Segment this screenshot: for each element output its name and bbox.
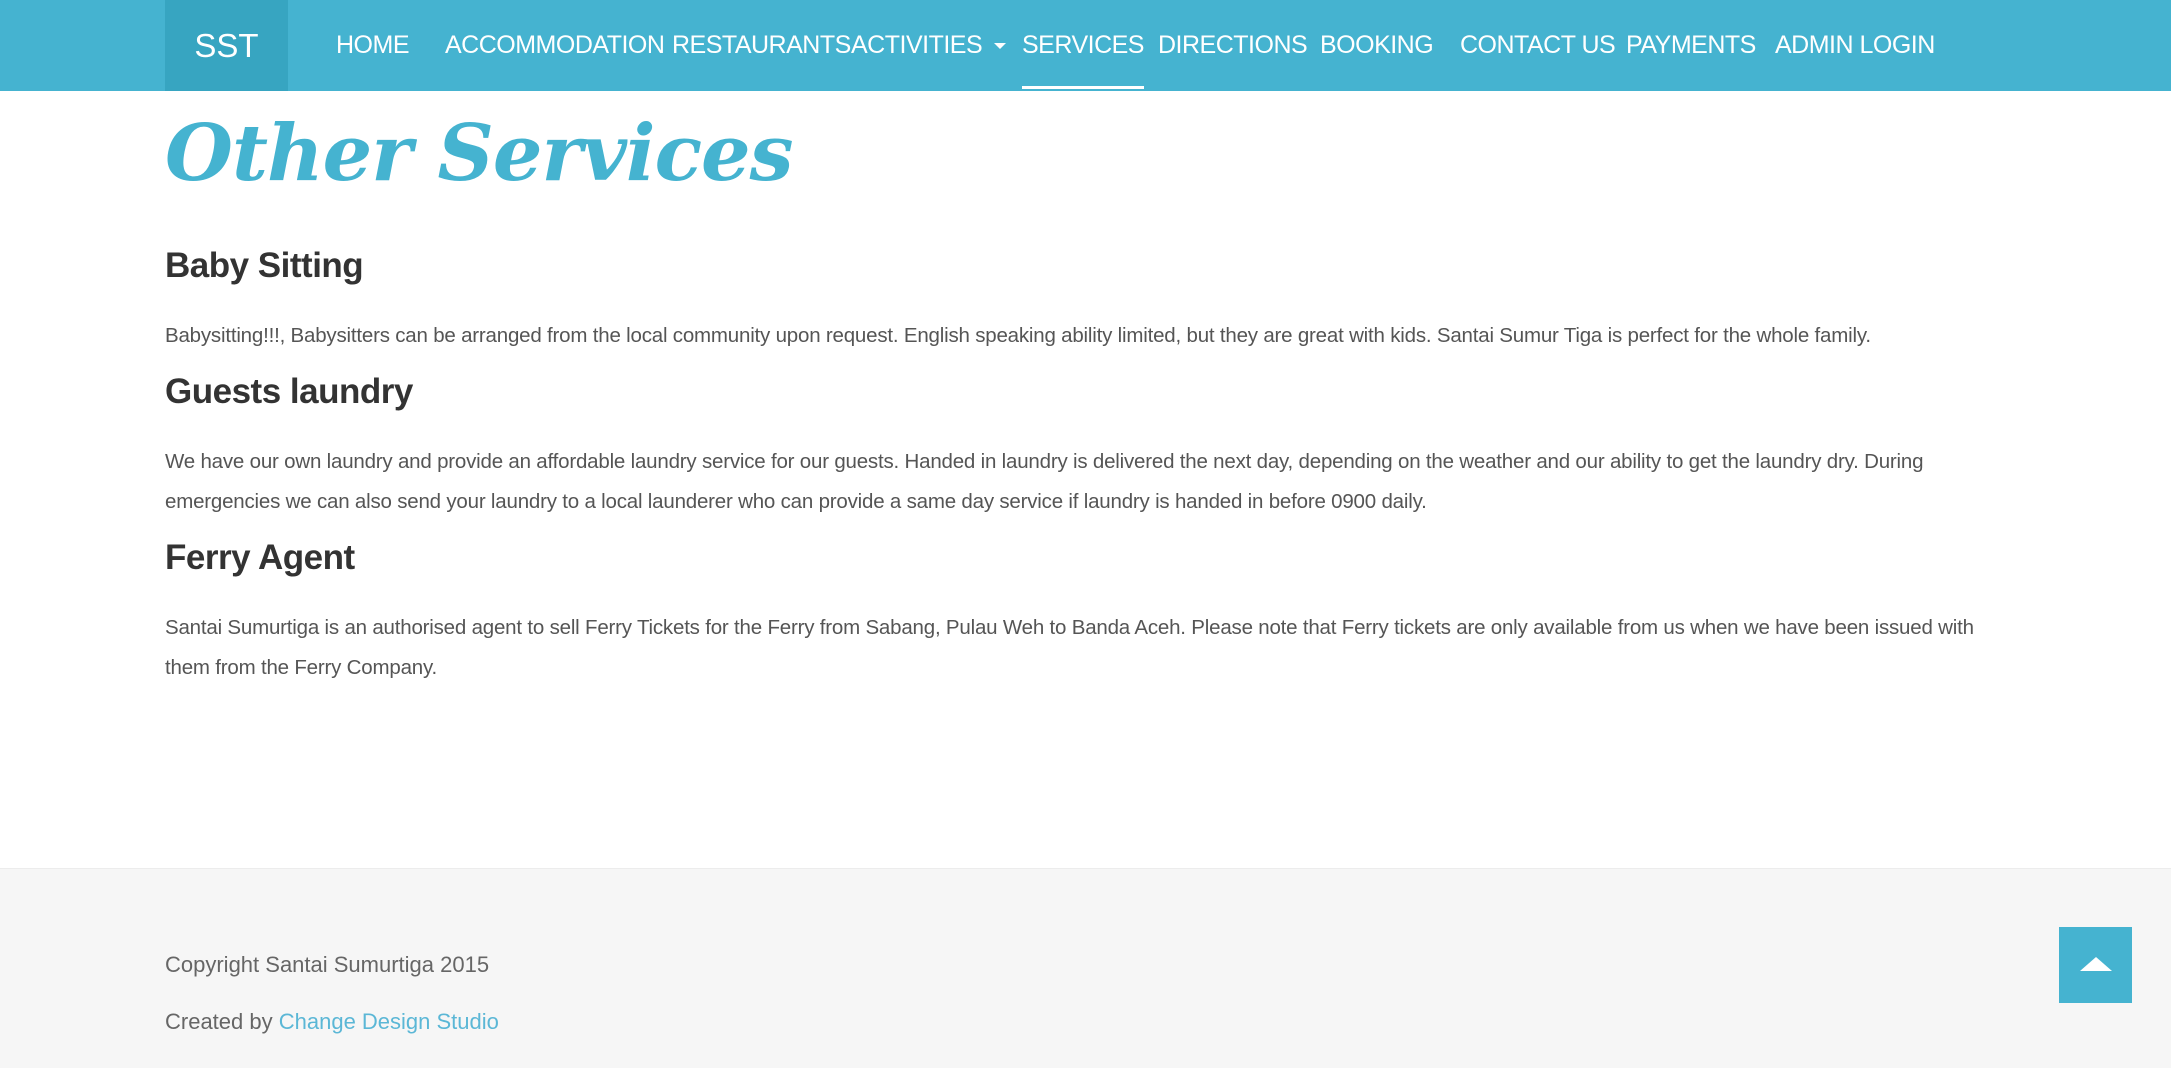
nav-item-label: DIRECTIONS [1158, 31, 1308, 59]
nav-item-label: ADMIN LOGIN [1775, 31, 1935, 59]
section-heading-baby-sitting: Baby Sitting [165, 246, 364, 285]
nav-item-contact-us[interactable]: CONTACT US [1460, 0, 1616, 91]
nav-item-booking[interactable]: BOOKING [1320, 0, 1434, 91]
copyright-text: Copyright Santai Sumurtiga 2015 [165, 952, 490, 977]
nav-item-label: ACCOMMODATION [445, 31, 665, 59]
nav-item-label: CONTACT US [1460, 31, 1616, 59]
nav-item-admin-login[interactable]: ADMIN LOGIN [1775, 0, 1935, 91]
nav-item-label: HOME [336, 31, 410, 59]
section-heading-guests-laundry: Guests laundry [165, 372, 413, 411]
nav-item-payments[interactable]: PAYMENTS [1626, 0, 1756, 91]
brand-logo[interactable]: SST [165, 0, 288, 91]
page-title: Other Services [165, 108, 794, 199]
arrow-up-icon [2079, 957, 2112, 971]
section-text-ferry-agent: Santai Sumurtiga is an authorised agent … [165, 616, 1974, 679]
design-studio-link[interactable]: Change Design Studio [279, 1009, 499, 1034]
credit-prefix: Created by [165, 1009, 279, 1034]
top-navbar: SST HOME ACCOMMODATION RESTAURANTS ACTIV… [0, 0, 2171, 91]
nav-item-services[interactable]: SERVICES [1022, 0, 1144, 91]
nav-item-home[interactable]: HOME [336, 0, 410, 91]
section-heading-ferry-agent: Ferry Agent [165, 538, 355, 577]
nav-item-label: RESTAURANTS [672, 31, 851, 59]
nav-item-accommodation[interactable]: ACCOMMODATION [445, 0, 665, 91]
back-to-top-button[interactable] [2059, 927, 2132, 1003]
nav-item-label: ACTIVITIES [851, 31, 983, 59]
nav-item-label: PAYMENTS [1626, 31, 1756, 59]
nav-item-activities[interactable]: ACTIVITIES [851, 0, 1007, 91]
nav-item-directions[interactable]: DIRECTIONS [1158, 0, 1308, 91]
nav-item-label: BOOKING [1320, 31, 1434, 59]
section-text-guests-laundry: We have our own laundry and provide an a… [165, 450, 1924, 513]
nav-item-label: SERVICES [1022, 31, 1144, 59]
credit-line: Created by Change Design Studio [165, 1009, 499, 1035]
section-text-baby-sitting: Babysitting!!!, Babysitters can be arran… [165, 324, 1871, 347]
nav-item-restaurants[interactable]: RESTAURANTS [672, 0, 851, 91]
chevron-down-icon [994, 42, 1007, 49]
